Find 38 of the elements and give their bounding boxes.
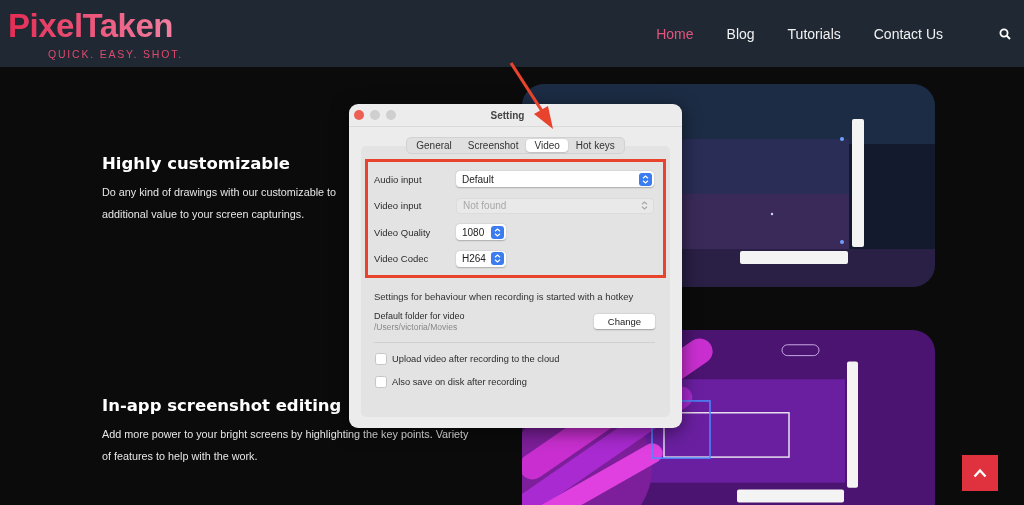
dropdown[interactable]: Default xyxy=(456,171,654,188)
stepper-icon xyxy=(491,252,504,266)
window-title: Setting xyxy=(490,109,525,121)
field-label: Video Codec xyxy=(374,253,430,265)
field-label: Audio input xyxy=(374,173,423,185)
section-heading: Highly customizable xyxy=(102,154,291,173)
section-heading: In-app screenshot editing xyxy=(102,396,343,415)
section-description: Add more power to your bright screens by highlighting the key points. Variety of features to help with the work. xyxy=(102,427,470,464)
nav-link[interactable]: Home xyxy=(656,25,694,42)
minimize-button[interactable] xyxy=(370,110,380,120)
caret-icon xyxy=(973,468,987,478)
change-button[interactable]: Change xyxy=(594,314,655,329)
folder-label: Default folder for video xyxy=(374,311,465,321)
tab[interactable]: General xyxy=(408,139,460,152)
close-button[interactable] xyxy=(354,110,364,120)
checkbox-label: Upload video after recording to the cloud xyxy=(392,354,560,364)
tab[interactable]: Video xyxy=(526,139,568,152)
checkbox[interactable] xyxy=(375,353,387,365)
tagline: QUICK. EASY. SHOT. xyxy=(48,47,183,60)
stepper-icon xyxy=(639,172,652,186)
nav-link[interactable]: Contact Us xyxy=(873,25,943,42)
field-label: Video input xyxy=(374,200,423,212)
nav-link[interactable]: Tutorials xyxy=(787,25,841,42)
nav-link[interactable]: Blog xyxy=(726,25,755,42)
checkbox[interactable] xyxy=(375,376,387,388)
dropdown[interactable]: H264 xyxy=(456,250,506,267)
tab[interactable]: Hot keys xyxy=(567,139,623,152)
field-label: Video Quality xyxy=(374,226,432,238)
stepper-icon xyxy=(491,225,504,239)
search-icon[interactable] xyxy=(999,27,1011,40)
section-description: Do any kind of drawings with our customizable to additional value to your screen capturings. xyxy=(102,185,337,222)
checkbox-label: Also save on disk after recording xyxy=(392,377,527,387)
folder-path: /Users/victoria/Movies xyxy=(374,322,459,332)
dropdown[interactable]: 1080 xyxy=(456,224,506,241)
hotkey-note: Settings for behaviour when recording is started with a hotkey xyxy=(374,291,635,302)
scroll-top-button[interactable] xyxy=(962,455,998,491)
zoom-button[interactable] xyxy=(386,110,396,120)
tab[interactable]: Screenshot xyxy=(459,139,527,152)
